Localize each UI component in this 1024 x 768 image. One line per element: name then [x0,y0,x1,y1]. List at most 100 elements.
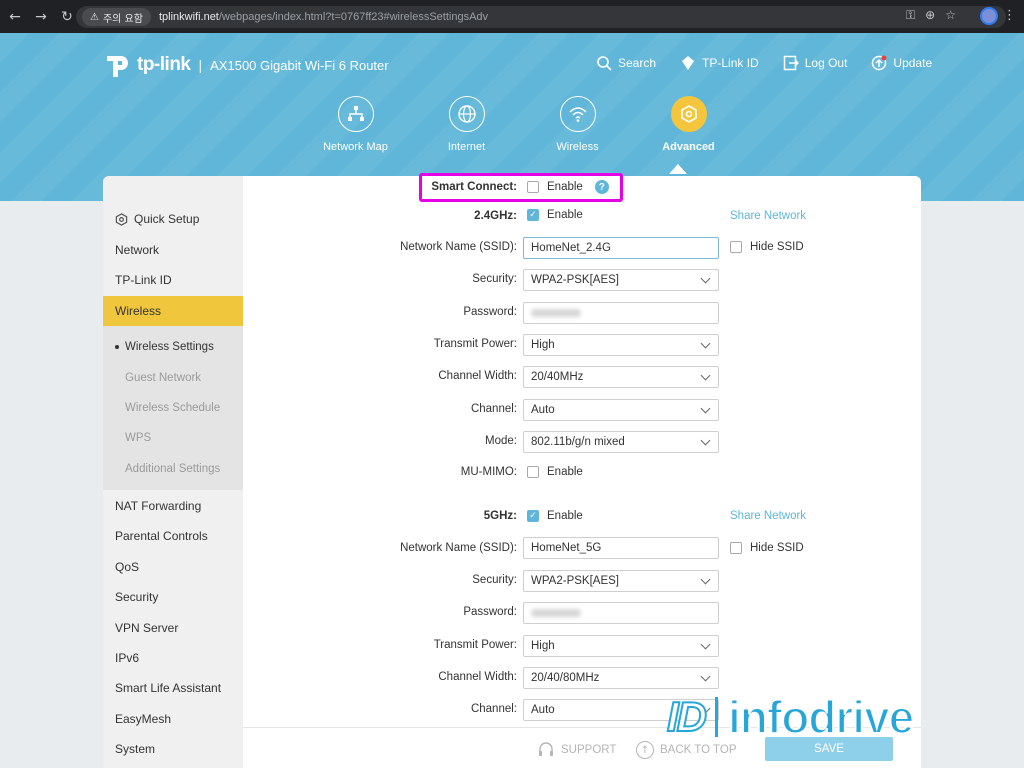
security-label-5: Security: [472,574,517,586]
hide-ssid-check-box-24[interactable] [730,241,742,253]
hide-ssid-5[interactable]: Hide SSID [730,542,804,554]
sidebar-item-qos[interactable]: QoS [103,552,243,582]
product-name: AX1500 Gigabit Wi-Fi 6 Router [210,57,389,73]
search-label: Search [618,56,657,70]
chevron-down-icon [700,671,711,682]
zoom-icon[interactable]: ⊕ [925,8,935,23]
main-panel: Quick Setup Network TP-Link ID Wireless … [103,176,921,768]
channel-select-24[interactable]: Auto [523,399,719,421]
bookmark-star-icon[interactable]: ☆ [945,8,956,23]
sidebar-sub-guest-network[interactable]: Guest Network [103,363,243,393]
brand-logo: tp-link | AX1500 Gigabit Wi-Fi 6 Router [103,50,389,80]
sidebar-item-ipv6[interactable]: IPv6 [103,643,243,673]
channel-label-5: Channel: [470,703,517,715]
browser-menu-icon[interactable]: ⋮ [1003,8,1016,23]
reload-icon[interactable]: ↻ [56,6,78,28]
tab-network-map-label: Network Map [323,141,388,153]
forward-icon[interactable]: → [30,6,52,28]
band24-enable-label: Enable [547,209,583,221]
channel-value-24: Auto [531,404,555,416]
ssid-input-24[interactable]: HomeNet_2.4G [523,237,719,259]
infodrive-watermark: ID infodrive [666,690,915,744]
support-link[interactable]: SUPPORT [537,741,616,759]
password-masked-24 [531,309,581,317]
hide-ssid-check-box-5[interactable] [730,542,742,554]
chevron-down-icon [700,574,711,585]
security-warning-text: 주의 요함 [102,13,143,25]
sidebar-item-system[interactable]: System [103,734,243,764]
channel-label-24: Channel: [470,403,517,415]
transmit-power-select-24[interactable]: High [523,334,719,356]
band5-enable-label: Enable [547,510,583,522]
transmit-power-select-5[interactable]: High [523,635,719,657]
tp-link-logo-icon [107,56,128,77]
ssid-value-24: HomeNet_2.4G [531,242,611,254]
share-network-link-5[interactable]: Share Network [730,510,806,522]
back-icon[interactable]: ← [4,6,26,28]
sidebar-sub-wps[interactable]: WPS [103,423,243,453]
sidebar-sub-wireless-settings[interactable]: Wireless Settings [103,332,243,362]
sidebar-item-security[interactable]: Security [103,582,243,612]
arrow-up-icon: ↑ [636,741,654,759]
address-bar[interactable]: ⚠ 주의 요함 tplinkwifi.net /webpages/index.h… [76,6,1006,28]
mode-select-24[interactable]: 802.11b/g/n mixed [523,431,719,453]
band24-enable[interactable]: ✓ Enable [527,209,583,221]
sidebar-item-network[interactable]: Network [103,235,243,265]
password-key-icon[interactable]: ⚿ [906,8,915,23]
band24-check-box[interactable]: ✓ [527,209,539,221]
advanced-gear-icon [680,105,697,123]
tab-network-map[interactable]: Network Map [300,96,411,153]
profile-avatar[interactable] [980,7,998,25]
band5-enable[interactable]: ✓ Enable [527,510,583,522]
tab-wireless[interactable]: Wireless [522,96,633,153]
tab-advanced[interactable]: Advanced [633,96,744,153]
watermark-divider [715,697,718,737]
channel-value-5: Auto [531,704,555,716]
update-icon [872,55,887,71]
mu-mimo-enable[interactable]: Enable [527,466,583,478]
ssid-input-5[interactable]: HomeNet_5G [523,537,719,559]
tplink-id-link[interactable]: TP-Link ID [680,55,759,71]
tab-internet[interactable]: Internet [411,96,522,153]
chevron-down-icon [700,338,711,349]
sidebar-item-vpn-server[interactable]: VPN Server [103,613,243,643]
header-links: Search TP-Link ID Log Out Update [596,55,956,71]
sidebar-sub-wireless-schedule[interactable]: Wireless Schedule [103,393,243,423]
mu-mimo-enable-label: Enable [547,466,583,478]
sidebar-item-wireless[interactable]: Wireless [103,296,243,326]
sidebar-item-parental-controls[interactable]: Parental Controls [103,521,243,551]
sidebar-sub-additional-settings[interactable]: Additional Settings [103,454,243,484]
sidebar-item-easymesh[interactable]: EasyMesh [103,704,243,734]
mu-mimo-label: MU-MIMO: [460,466,517,478]
sidebar-item-tplink-id[interactable]: TP-Link ID [103,265,243,295]
search-link[interactable]: Search [596,55,656,71]
password-input-5[interactable] [523,602,719,624]
channel-width-select-24[interactable]: 20/40MHz [523,366,719,388]
security-select-24[interactable]: WPA2-PSK[AES] [523,269,719,291]
user-id-icon [682,56,695,70]
mode-value-24: 802.11b/g/n mixed [531,436,625,448]
sidebar-item-quick-setup[interactable]: Quick Setup [103,204,243,234]
transmit-power-label-5: Transmit Power: [433,639,517,651]
mode-label-24: Mode: [485,435,517,447]
channel-width-label-5: Channel Width: [438,671,517,683]
security-warning-chip[interactable]: ⚠ 주의 요함 [82,8,151,26]
hide-ssid-24[interactable]: Hide SSID [730,241,804,253]
wireless-settings-label: Wireless Settings [125,341,214,353]
tplink-id-label: TP-Link ID [702,56,759,70]
channel-width-select-5[interactable]: 20/40/80MHz [523,667,719,689]
security-value-24: WPA2-PSK[AES] [531,274,619,286]
security-select-5[interactable]: WPA2-PSK[AES] [523,570,719,592]
update-link[interactable]: Update [871,55,932,71]
band5-check-box[interactable]: ✓ [527,510,539,522]
hide-ssid-label-24: Hide SSID [750,241,804,253]
sidebar-item-smart-life[interactable]: Smart Life Assistant [103,673,243,703]
smart-connect-highlight [419,173,623,202]
logout-link[interactable]: Log Out [783,55,847,71]
password-input-24[interactable] [523,302,719,324]
url-path: /webpages/index.html?t=0767ff23#wireless… [218,11,489,23]
sidebar-item-nat-forwarding[interactable]: NAT Forwarding [103,491,243,521]
share-network-link-24[interactable]: Share Network [730,210,806,222]
mu-mimo-check-box[interactable] [527,466,539,478]
wireless-settings-form: Smart Connect: Enable ? 2.4GHz: ✓ Enable… [243,176,921,768]
